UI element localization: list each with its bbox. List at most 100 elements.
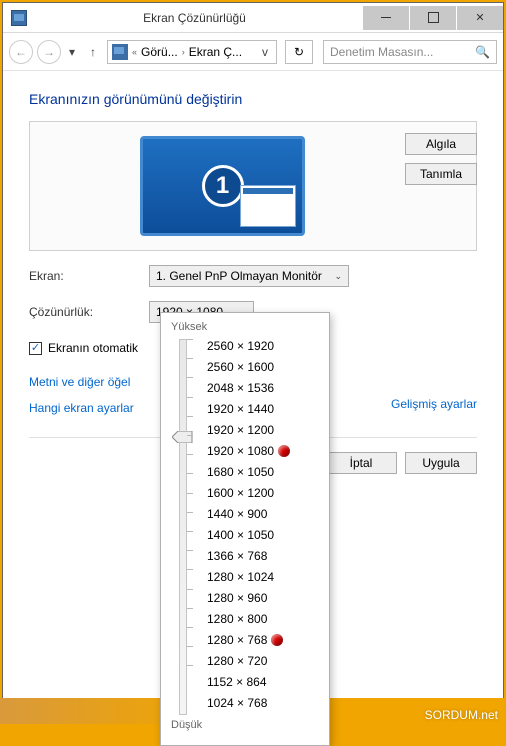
slider-tick [187, 550, 193, 551]
breadcrumb-1[interactable]: Görü... [141, 45, 178, 59]
resolution-option[interactable]: 1366 × 768 [207, 547, 321, 566]
auto-checkbox-label: Ekranın otomatik [48, 341, 138, 355]
refresh-button[interactable]: ↻ [285, 40, 313, 64]
detect-button[interactable]: Algıla [405, 133, 477, 155]
chevron-right-icon: « [132, 47, 137, 57]
resolution-option[interactable]: 1600 × 1200 [207, 484, 321, 503]
resolution-option[interactable]: 1400 × 1050 [207, 526, 321, 545]
resolution-option[interactable]: 1280 × 720 [207, 652, 321, 671]
resolution-option[interactable]: 1920 × 1440 [207, 400, 321, 419]
page-heading: Ekranınızın görünümünü değiştirin [29, 91, 477, 107]
resolution-option-label: 1440 × 900 [207, 507, 267, 521]
resolution-option-label: 1280 × 800 [207, 612, 267, 626]
monitor-menu-dots: ••• [279, 220, 296, 231]
resolution-option-label: 2048 × 1536 [207, 381, 274, 395]
slider-tick [187, 665, 193, 666]
slider-tick [187, 397, 193, 398]
resolution-option-label: 1920 × 1200 [207, 423, 274, 437]
address-bar[interactable]: « Görü... › Ekran Ç... v [107, 40, 277, 64]
slider-track[interactable] [179, 339, 187, 715]
slider-tick [187, 608, 193, 609]
slider-tick [187, 358, 193, 359]
resolution-option[interactable]: 1920 × 1080 [207, 442, 321, 461]
resolution-option-label: 1920 × 1440 [207, 402, 274, 416]
slider-thumb[interactable] [172, 431, 194, 443]
location-icon [112, 44, 128, 60]
maximize-button[interactable] [410, 6, 456, 30]
resolution-option-label: 1152 × 864 [207, 675, 267, 689]
navbar: ← → ▾ ↑ « Görü... › Ekran Ç... v ↻ Denet… [3, 33, 503, 71]
identify-button[interactable]: Tanımla [405, 163, 477, 185]
resolution-popup: Yüksek 2560 × 1920 2560 × 1600 2048 × 1536… [160, 312, 330, 746]
back-button[interactable]: ← [9, 40, 33, 64]
address-dropdown-icon[interactable]: v [258, 45, 272, 59]
resolution-option[interactable]: 1152 × 864 [207, 673, 321, 692]
screen-select-value: 1. Genel PnP Olmayan Monitör [156, 269, 322, 283]
resolution-option-label: 1920 × 1080 [207, 444, 274, 458]
resolution-option[interactable]: 2048 × 1536 [207, 379, 321, 398]
app-icon [11, 10, 27, 26]
cancel-button[interactable]: İptal [325, 452, 397, 474]
slider-tick [187, 377, 193, 378]
popup-low-label: Düşük [171, 719, 321, 731]
resolution-option[interactable]: 1920 × 1200 [207, 421, 321, 440]
resolution-option[interactable]: 1680 × 1050 [207, 463, 321, 482]
screen-select[interactable]: 1. Genel PnP Olmayan Monitör ⌄ [149, 265, 349, 287]
close-button[interactable] [457, 6, 503, 30]
resolution-option[interactable]: 1280 × 960 [207, 589, 321, 608]
resolution-option-label: 2560 × 1600 [207, 360, 274, 374]
brand-watermark: SORDUM.net [425, 708, 498, 722]
resolution-option-label: 1366 × 768 [207, 549, 267, 563]
slider-tick [187, 569, 193, 570]
search-icon: 🔍 [475, 45, 490, 59]
resolution-option[interactable]: 1280 × 1024 [207, 568, 321, 587]
slider-tick [187, 435, 193, 436]
resolution-option-label: 2560 × 1920 [207, 339, 274, 353]
search-input[interactable]: Denetim Masasın... 🔍 [323, 40, 497, 64]
resolution-option-label: 1024 × 768 [207, 696, 267, 710]
slider-tick [187, 589, 193, 590]
resolution-option[interactable]: 2560 × 1920 [207, 337, 321, 356]
breadcrumb-2[interactable]: Ekran Ç... [189, 45, 242, 59]
resolution-option-label: 1280 × 1024 [207, 570, 274, 584]
chevron-right-icon: › [182, 47, 185, 57]
advanced-settings-link[interactable]: Gelişmiş ayarlar [391, 397, 477, 411]
resolution-option-label: 1680 × 1050 [207, 465, 274, 479]
resolution-option-label: 1280 × 960 [207, 591, 267, 605]
slider-tick [187, 473, 193, 474]
auto-checkbox[interactable]: ✓ [29, 342, 42, 355]
minimize-button[interactable] [363, 6, 409, 30]
chevron-down-icon: ⌄ [334, 271, 342, 282]
search-placeholder: Denetim Masasın... [330, 45, 433, 59]
up-button[interactable]: ↑ [83, 45, 103, 59]
highlight-dot-icon [278, 445, 290, 457]
history-dropdown-icon[interactable]: ▾ [65, 45, 79, 59]
slider-tick [187, 531, 193, 532]
resolution-option-label: 1600 × 1200 [207, 486, 274, 500]
monitor-thumbnail[interactable]: 1 ••• [140, 136, 305, 236]
slider-tick [187, 416, 193, 417]
slider-tick [187, 454, 193, 455]
resolution-option[interactable]: 2560 × 1600 [207, 358, 321, 377]
resolution-option[interactable]: 1440 × 900 [207, 505, 321, 524]
forward-button[interactable]: → [37, 40, 61, 64]
titlebar: Ekran Çözünürlüğü [3, 3, 503, 33]
resolution-option-label: 1280 × 720 [207, 654, 267, 668]
slider-tick [187, 339, 193, 340]
resolution-option[interactable]: 1280 × 768 [207, 631, 321, 650]
slider-tick [187, 493, 193, 494]
slider-tick [187, 627, 193, 628]
slider-tick [187, 646, 193, 647]
highlight-dot-icon [271, 634, 283, 646]
resolution-label: Çözünürlük: [29, 305, 149, 319]
popup-high-label: Yüksek [171, 321, 321, 333]
resolution-option-label: 1280 × 768 [207, 633, 267, 647]
resolution-option[interactable]: 1024 × 768 [207, 694, 321, 713]
slider-tick [187, 512, 193, 513]
apply-button[interactable]: Uygula [405, 452, 477, 474]
screen-label: Ekran: [29, 269, 149, 283]
resolution-option[interactable]: 1280 × 800 [207, 610, 321, 629]
window-title: Ekran Çözünürlüğü [27, 11, 362, 25]
resolution-option-label: 1400 × 1050 [207, 528, 274, 542]
monitor-number: 1 [202, 165, 244, 207]
